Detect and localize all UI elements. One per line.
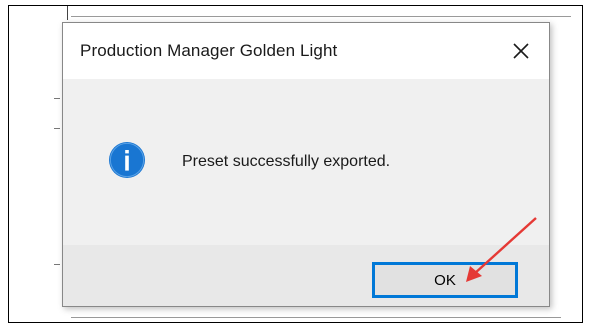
background-divider <box>71 317 561 318</box>
close-button[interactable] <box>493 23 549 79</box>
background-tick <box>54 98 60 99</box>
message-dialog: Production Manager Golden Light Preset s… <box>62 22 550 307</box>
background-tick <box>54 264 60 265</box>
dialog-title: Production Manager Golden Light <box>80 41 338 60</box>
dialog-message: Preset successfully exported. <box>182 153 391 170</box>
close-icon <box>513 43 529 59</box>
dialog-content: Preset successfully exported. <box>63 79 549 245</box>
screenshot-frame: Production Manager Golden Light Preset s… <box>8 5 583 323</box>
dialog-footer: OK <box>63 245 549 306</box>
background-divider <box>67 6 68 20</box>
dialog-titlebar[interactable]: Production Manager Golden Light <box>63 23 549 79</box>
ok-button[interactable]: OK <box>372 262 518 298</box>
background-divider <box>71 16 571 17</box>
background-tick <box>54 128 60 129</box>
info-icon <box>109 142 145 178</box>
